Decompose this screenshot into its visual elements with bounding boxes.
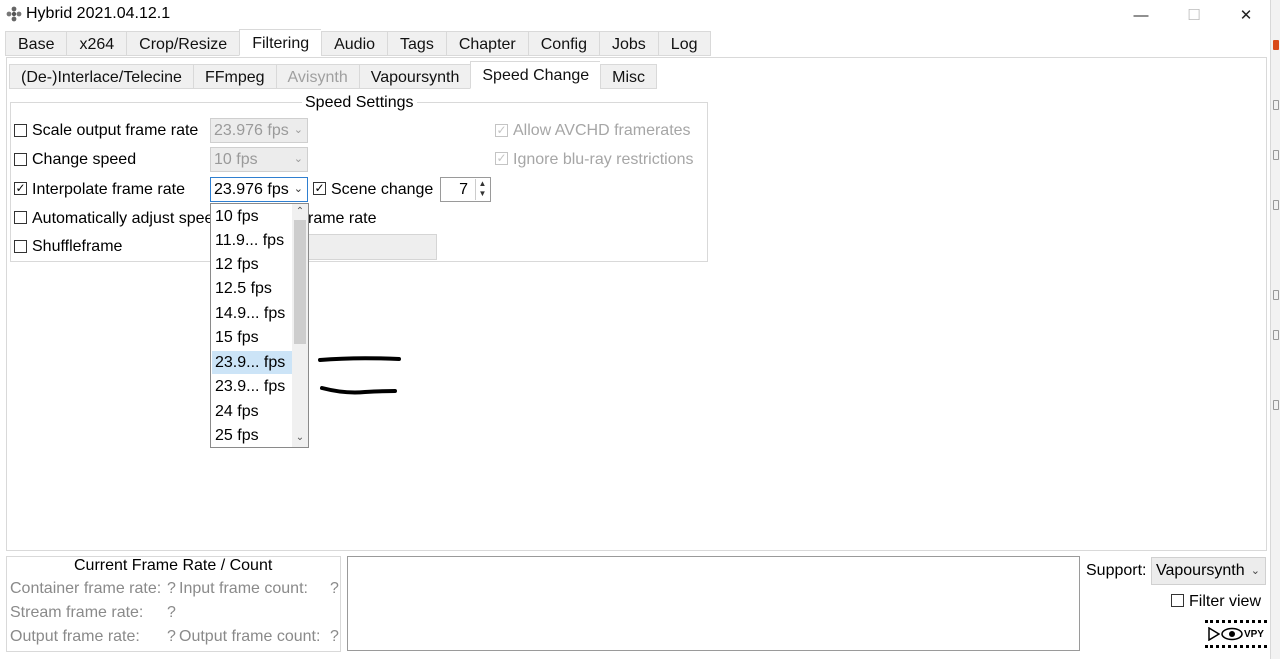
allow-avchd-checkbox[interactable]: ✓ (495, 124, 508, 137)
filter-view-label: Filter view (1189, 593, 1262, 610)
dropdown-option[interactable]: 11.9... fps (212, 229, 292, 252)
tab-log[interactable]: Log (657, 31, 711, 56)
filter-view-checkbox[interactable] (1171, 594, 1184, 607)
input-frame-count-value: ? (330, 580, 339, 597)
app-icon (6, 6, 22, 22)
chevron-down-icon: ⌄ (293, 183, 303, 195)
scale-output-value: 23.976 fps (214, 122, 289, 139)
scale-output-label: Scale output frame rate (32, 122, 199, 139)
tab-base[interactable]: Base (5, 31, 67, 56)
change-speed-checkbox[interactable] (14, 153, 27, 166)
dropdown-option[interactable]: 12 fps (212, 253, 292, 276)
framerate-dropdown-list[interactable]: 10 fps 11.9... fps 12 fps 12.5 fps 14.9.… (210, 203, 309, 448)
dropdown-option[interactable]: 24 fps (212, 400, 292, 423)
shuffleframe-field[interactable] (306, 234, 437, 260)
tab-deinterlace[interactable]: (De-)Interlace/Telecine (9, 64, 193, 89)
dropdown-option[interactable]: 10 fps (212, 205, 292, 228)
spin-buttons: ▲ ▼ (475, 179, 489, 200)
change-speed-value: 10 fps (214, 151, 258, 168)
background-window-edge (1270, 0, 1280, 659)
scene-change-checkbox[interactable]: ✓ (313, 182, 326, 195)
tab-ffmpeg[interactable]: FFmpeg (192, 64, 276, 89)
auto-adjust-label-tail: rame rate (308, 210, 377, 227)
maximize-button[interactable]: ☐ (1171, 0, 1217, 30)
tab-speed-change[interactable]: Speed Change (470, 61, 601, 89)
interpolate-combo[interactable]: 23.976 fps ⌄ (210, 177, 308, 202)
vpy-preview-button[interactable]: VPY (1205, 620, 1267, 648)
chevron-down-icon: ⌄ (1250, 565, 1260, 577)
message-area[interactable] (347, 556, 1080, 651)
dropdown-option[interactable]: 23.9... fps (212, 375, 292, 398)
speed-settings-title: Speed Settings (302, 94, 417, 112)
tab-avisynth[interactable]: Avisynth (275, 64, 359, 89)
stream-frame-rate-label: Stream frame rate: (10, 604, 144, 621)
vpy-text: VPY (1243, 628, 1264, 640)
change-speed-label: Change speed (32, 151, 137, 168)
tab-config[interactable]: Config (527, 31, 599, 56)
auto-adjust-label: Automatically adjust spee (32, 210, 214, 227)
stream-frame-rate-value: ? (167, 604, 176, 621)
output-frame-count-label: Output frame count: (179, 628, 321, 645)
tab-audio[interactable]: Audio (321, 31, 388, 56)
main-tab-bar: Base x264 Crop/Resize Filtering Audio Ta… (5, 29, 711, 56)
interpolate-value: 23.976 fps (214, 181, 289, 198)
annotation-scribble (318, 356, 401, 395)
interpolate-checkbox[interactable]: ✓ (14, 182, 27, 195)
output-frame-rate-value: ? (167, 628, 176, 645)
scene-change-value: 7 (459, 181, 468, 198)
shuffleframe-label: Shuffleframe (32, 238, 123, 255)
dropdown-scrollbar[interactable]: ⌃ ⌄ (292, 204, 308, 447)
scrollbar-thumb[interactable] (294, 220, 306, 344)
dropdown-option[interactable]: 25 fps (212, 424, 292, 447)
dropdown-option[interactable]: 15 fps (212, 326, 292, 349)
container-frame-rate-label: Container frame rate: (10, 580, 162, 597)
support-label: Support: (1086, 562, 1147, 579)
container-frame-rate-value: ? (167, 580, 176, 597)
tab-vapoursynth[interactable]: Vapoursynth (358, 64, 471, 89)
scene-change-spinbox[interactable]: 7 ▲ ▼ (440, 177, 491, 202)
current-frame-rate-title: Current Frame Rate / Count (72, 557, 275, 575)
scene-change-label: Scene change (331, 181, 434, 198)
output-frame-rate-label: Output frame rate: (10, 628, 140, 645)
support-value: Vapoursynth (1156, 562, 1245, 579)
dropdown-option[interactable]: 12.5 fps (212, 277, 292, 300)
auto-adjust-checkbox[interactable] (14, 211, 27, 224)
scroll-up-icon[interactable]: ⌃ (292, 205, 308, 219)
ignore-bluray-checkbox[interactable]: ✓ (495, 152, 508, 165)
scale-output-combo[interactable]: 23.976 fps ⌄ (210, 118, 308, 143)
spin-down-icon[interactable]: ▼ (476, 189, 489, 199)
spin-up-icon[interactable]: ▲ (476, 179, 489, 189)
title-bar: Hybrid 2021.04.12.1 — ☐ ✕ (0, 0, 1270, 30)
allow-avchd-label: Allow AVCHD framerates (513, 122, 691, 139)
dropdown-option[interactable]: 14.9... fps (212, 302, 292, 325)
sub-tab-bar: (De-)Interlace/Telecine FFmpeg Avisynth … (9, 61, 658, 89)
chevron-down-icon: ⌄ (293, 124, 303, 136)
chevron-down-icon: ⌄ (293, 153, 303, 165)
tab-x264[interactable]: x264 (66, 31, 127, 56)
tab-crop-resize[interactable]: Crop/Resize (126, 31, 240, 56)
tab-chapter[interactable]: Chapter (445, 31, 528, 56)
tab-filtering[interactable]: Filtering (239, 29, 322, 56)
minimize-button[interactable]: — (1118, 0, 1164, 30)
input-frame-count-label: Input frame count: (179, 580, 308, 597)
support-combo[interactable]: Vapoursynth ⌄ (1151, 557, 1266, 585)
dropdown-option-selected[interactable]: 23.9... fps (212, 351, 292, 374)
play-icon (1208, 627, 1220, 641)
tab-jobs[interactable]: Jobs (599, 31, 658, 56)
eye-icon (1221, 627, 1243, 641)
scroll-down-icon[interactable]: ⌄ (292, 431, 308, 445)
tab-misc[interactable]: Misc (600, 64, 658, 89)
change-speed-combo[interactable]: 10 fps ⌄ (210, 147, 308, 172)
output-frame-count-value: ? (330, 628, 339, 645)
interpolate-label: Interpolate frame rate (32, 181, 185, 198)
close-button[interactable]: ✕ (1223, 0, 1269, 30)
shuffleframe-checkbox[interactable] (14, 240, 27, 253)
scale-output-checkbox[interactable] (14, 124, 27, 137)
tab-tags[interactable]: Tags (387, 31, 446, 56)
window-title: Hybrid 2021.04.12.1 (26, 5, 171, 22)
ignore-bluray-label: Ignore blu-ray restrictions (513, 151, 694, 168)
